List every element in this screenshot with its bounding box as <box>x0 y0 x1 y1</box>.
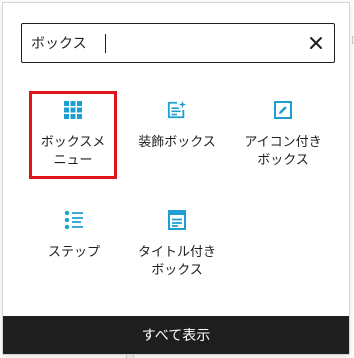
text-box-sparkle-icon <box>167 100 187 120</box>
block-decorated-box[interactable]: 装飾ボックス <box>133 94 221 182</box>
block-icon-box[interactable]: アイコン付き ボックス <box>239 94 327 182</box>
block-label: ステップ <box>30 244 118 262</box>
show-all-button[interactable]: すべて表示 <box>3 316 349 354</box>
block-label: タイトル付き ボックス <box>133 244 221 280</box>
block-steps[interactable]: ステップ <box>30 204 118 292</box>
grid-icon <box>63 100 83 120</box>
page: ボックスメ ニュー 装飾ボックス <box>0 0 354 358</box>
block-label: アイコン付き ボックス <box>239 134 327 170</box>
block-label-line: ボックス <box>257 153 309 168</box>
step-list-icon <box>64 210 84 230</box>
block-inserter-popover: ボックスメ ニュー 装飾ボックス <box>2 2 350 355</box>
block-label-line: ボックスメ <box>40 135 106 150</box>
block-label-line: 装飾ボックス <box>138 135 216 150</box>
block-label: ボックスメ ニュー <box>32 134 114 170</box>
pencil-box-icon <box>273 100 293 120</box>
titled-document-icon <box>167 210 187 230</box>
block-label-line: アイコン付き <box>244 135 322 150</box>
block-label-line: タイトル付き <box>137 245 216 260</box>
block-label-line: ニュー <box>53 153 93 168</box>
block-label-line: ボックス <box>151 263 203 278</box>
block-label: 装飾ボックス <box>133 134 221 152</box>
show-all-label: すべて表示 <box>141 328 211 344</box>
block-box-menu[interactable]: ボックスメ ニュー <box>29 91 117 179</box>
block-label-line: ステップ <box>47 245 100 260</box>
block-titled-box[interactable]: タイトル付き ボックス <box>133 204 221 292</box>
block-results-grid: ボックスメ ニュー 装飾ボックス アイコン付き ボックス ステップ タイトル付き… <box>3 3 349 354</box>
